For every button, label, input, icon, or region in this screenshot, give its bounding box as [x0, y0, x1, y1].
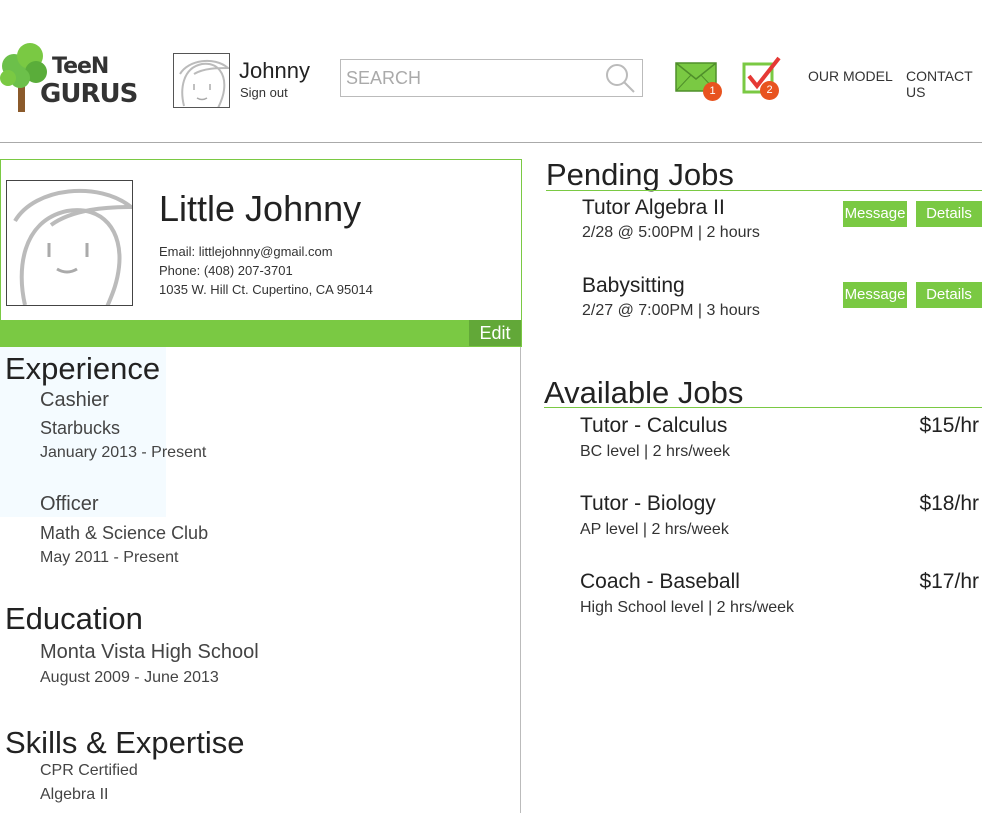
sign-out-link[interactable]: Sign out — [240, 85, 288, 100]
search-input[interactable] — [341, 60, 601, 96]
skill-item: CPR Certified — [40, 762, 138, 779]
experience-title: Experience — [5, 351, 161, 386]
message-button[interactable]: Message — [843, 201, 907, 227]
details-button[interactable]: Details — [916, 282, 982, 308]
user-avatar[interactable] — [173, 53, 230, 108]
avatar-face-icon — [13, 188, 132, 305]
profile-bar: Edit — [1, 320, 521, 346]
experience-org: Math & Science Club — [40, 523, 209, 543]
education-dates: August 2009 - June 2013 — [40, 669, 219, 686]
edit-profile-button[interactable]: Edit — [469, 320, 521, 346]
skills-title: Skills & Expertise — [5, 725, 245, 760]
logo[interactable]: TeeN GURUS — [0, 38, 138, 118]
available-job-detail: AP level | 2 hrs/week — [580, 521, 729, 538]
logo-text-gurus: GURUS — [40, 79, 138, 109]
available-job-title[interactable]: Tutor - Biology — [580, 492, 716, 516]
profile-avatar — [6, 180, 133, 306]
profile-name: Little Johnny — [159, 188, 362, 229]
available-job-rate: $18/hr — [919, 492, 979, 515]
available-job-rate: $17/hr — [919, 570, 979, 593]
details-button[interactable]: Details — [916, 201, 982, 227]
pending-job-detail: 2/28 @ 5:00PM | 2 hours — [582, 224, 760, 241]
search-icon[interactable] — [604, 62, 636, 94]
available-job-detail: BC level | 2 hrs/week — [580, 443, 730, 460]
available-jobs-title: Available Jobs — [544, 375, 744, 410]
avatar-face-icon — [179, 59, 229, 107]
experience-role: Officer — [40, 493, 99, 515]
tasks-badge: 2 — [760, 81, 779, 100]
nav-our-model[interactable]: OUR MODEL — [808, 68, 893, 84]
pending-job-detail: 2/27 @ 7:00PM | 3 hours — [582, 302, 760, 319]
profile-card: Little Johnny Email: littlejohnny@gmail.… — [0, 159, 522, 347]
available-job-title[interactable]: Tutor - Calculus — [580, 414, 727, 438]
nav-contact-us[interactable]: CONTACT US — [906, 68, 982, 100]
profile-email: Email: littlejohnny@gmail.com — [159, 244, 333, 259]
pending-jobs-title: Pending Jobs — [546, 157, 734, 192]
column-divider — [520, 347, 521, 813]
skill-item: Algebra II — [40, 786, 109, 803]
pending-job-title: Babysitting — [582, 274, 685, 297]
education-school: Monta Vista High School — [40, 641, 259, 663]
experience-role: Cashier — [40, 389, 109, 411]
header-user-name: Johnny — [239, 58, 310, 83]
messages-badge: 1 — [703, 82, 722, 101]
pending-divider — [546, 190, 982, 191]
message-button[interactable]: Message — [843, 282, 907, 308]
experience-dates: May 2011 - Present — [40, 549, 179, 566]
header-divider — [0, 142, 982, 143]
available-job-detail: High School level | 2 hrs/week — [580, 599, 795, 616]
profile-address: 1035 W. Hill Ct. Cupertino, CA 95014 — [159, 282, 373, 297]
profile-phone: Phone: (408) 207-3701 — [159, 263, 293, 278]
logo-text-teen: TeeN — [52, 54, 109, 79]
messages-button[interactable]: 1 — [675, 62, 722, 102]
available-job-title[interactable]: Coach - Baseball — [580, 570, 740, 594]
search-box[interactable] — [340, 59, 643, 97]
pending-job-title: Tutor Algebra II — [582, 196, 725, 219]
available-divider — [544, 407, 982, 408]
experience-org: Starbucks — [40, 418, 121, 438]
available-job-rate: $15/hr — [919, 414, 979, 437]
education-title: Education — [5, 601, 143, 636]
experience-dates: January 2013 - Present — [40, 444, 207, 461]
tasks-button[interactable]: 2 — [742, 56, 784, 102]
